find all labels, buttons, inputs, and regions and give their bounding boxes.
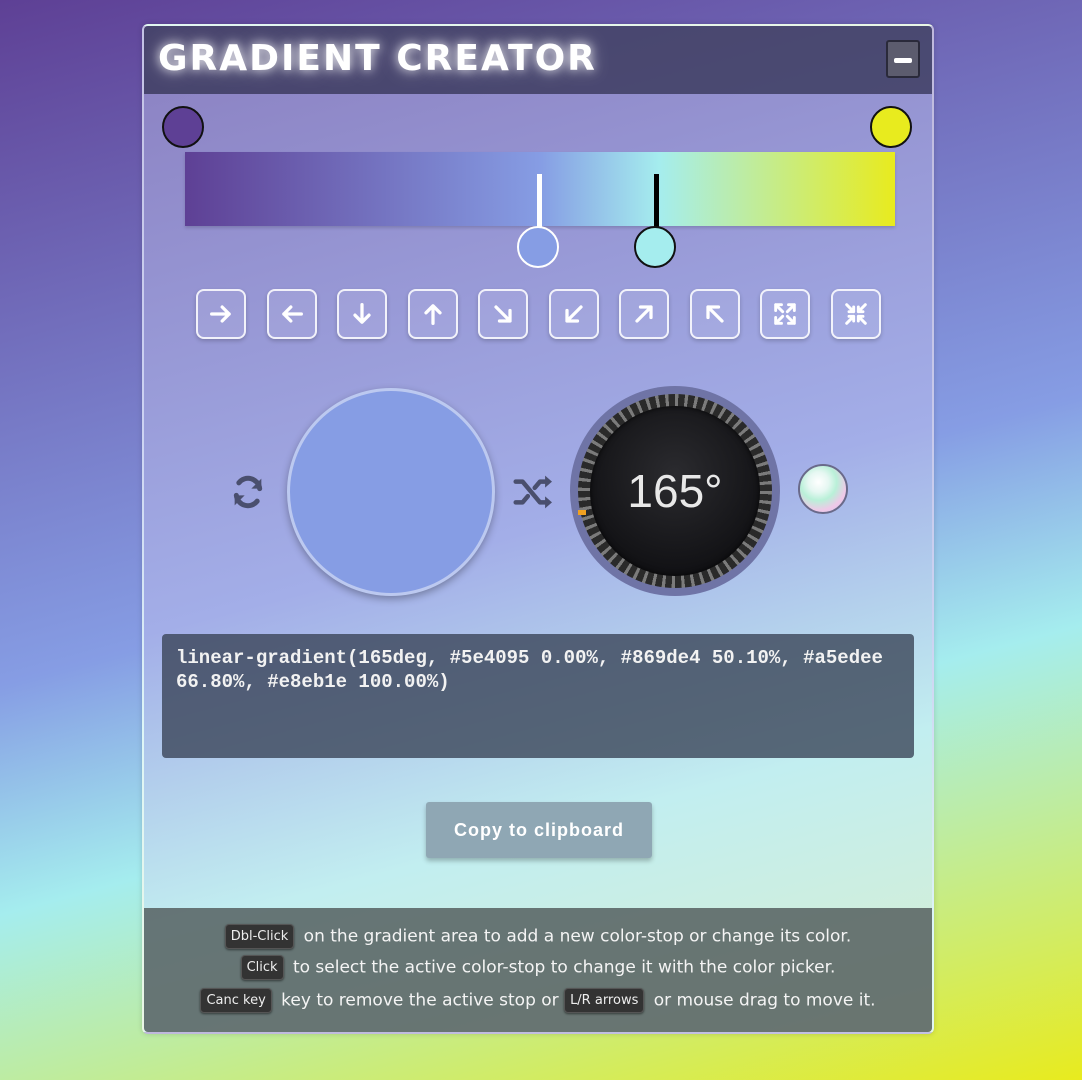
help-text-3a: key to remove the active stop or	[275, 990, 565, 1011]
direction-down-left-button[interactable]	[549, 289, 599, 339]
key-badge-canc: Canc key	[200, 988, 272, 1013]
arrow-up-left-icon	[706, 305, 724, 323]
color-picker-button[interactable]	[798, 464, 848, 514]
key-badge-arrows: L/R arrows	[564, 988, 645, 1013]
refresh-icon	[233, 475, 263, 509]
direction-down-button[interactable]	[337, 289, 387, 339]
css-output[interactable]: linear-gradient(165deg, #5e4095 0.00%, #…	[162, 634, 914, 758]
shuffle-icon	[513, 475, 552, 509]
angle-dial[interactable]: 165°	[570, 386, 780, 596]
arrow-up-icon	[424, 304, 442, 325]
color-stop-start[interactable]	[162, 106, 204, 148]
arrow-down-left-icon	[565, 305, 583, 323]
arrow-down-icon	[353, 303, 371, 324]
help-text-1: on the gradient area to add a new color-…	[298, 926, 852, 947]
direction-up-right-button[interactable]	[619, 289, 669, 339]
arrow-left-icon	[282, 305, 303, 323]
arrow-right-icon	[210, 305, 231, 323]
color-preview[interactable]	[287, 388, 495, 596]
expand-icon	[774, 303, 796, 325]
direction-up-left-button[interactable]	[690, 289, 740, 339]
color-stop-mid1[interactable]	[517, 226, 559, 268]
color-stop-end[interactable]	[870, 106, 912, 148]
arrow-down-right-icon	[494, 305, 512, 323]
key-badge-dblclick: Dbl-Click	[224, 924, 295, 949]
color-stop-mid2-handle[interactable]	[654, 174, 659, 234]
help-text-2: to select the active color-stop to chang…	[287, 957, 836, 978]
help-line-3: Canc key key to remove the active stop o…	[144, 988, 932, 1013]
copy-to-clipboard-button[interactable]: Copy to clipboard	[426, 802, 652, 858]
help-line-2: Click to select the active color-stop to…	[144, 955, 932, 980]
direction-left-button[interactable]	[267, 289, 317, 339]
minimize-icon	[894, 58, 912, 63]
color-stop-mid1-handle[interactable]	[537, 174, 542, 234]
help-footer: Dbl-Click on the gradient area to add a …	[144, 908, 932, 1032]
help-text-3b: or mouse drag to move it.	[648, 990, 876, 1011]
refresh-button[interactable]	[228, 472, 268, 516]
radial-expand-button[interactable]	[760, 289, 810, 339]
direction-up-button[interactable]	[408, 289, 458, 339]
color-stop-mid2[interactable]	[634, 226, 676, 268]
radial-compress-button[interactable]	[831, 289, 881, 339]
shuffle-button[interactable]	[512, 473, 554, 515]
gradient-creator-panel: GRADIENT CREATOR 165° linear-gradient(16…	[142, 24, 934, 1034]
title-bar: GRADIENT CREATOR	[144, 26, 932, 94]
arrow-up-right-icon	[635, 305, 653, 323]
window-title: GRADIENT CREATOR	[158, 38, 597, 79]
direction-right-button[interactable]	[196, 289, 246, 339]
help-line-1: Dbl-Click on the gradient area to add a …	[144, 924, 932, 949]
compress-icon	[845, 303, 867, 325]
key-badge-click: Click	[240, 955, 284, 980]
angle-value: 165°	[627, 465, 723, 517]
direction-down-right-button[interactable]	[478, 289, 528, 339]
minimize-button[interactable]	[886, 40, 920, 78]
